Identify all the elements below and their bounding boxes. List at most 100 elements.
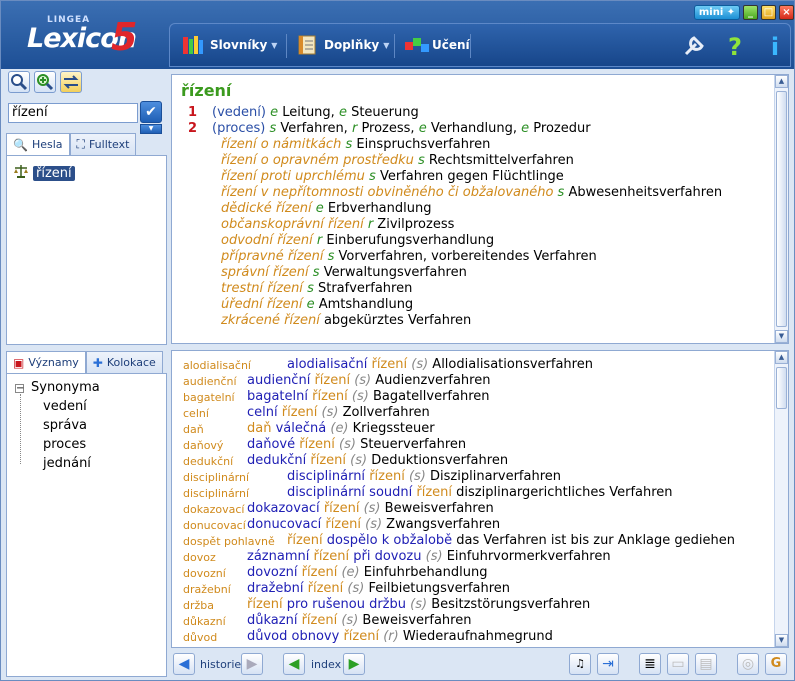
search-input[interactable]: řízení [8, 103, 138, 123]
phrase-line[interactable]: zkrácené řízení abgekürztes Verfahren [221, 313, 471, 328]
table-row[interactable]: dražební dražební řízení (s) Feilbietungs… [172, 581, 772, 597]
tab-kolokace[interactable]: ✚ Kolokace [85, 351, 163, 373]
tree-item[interactable]: správa [43, 418, 87, 433]
google-search-icon[interactable]: G [765, 653, 787, 675]
phrase-line[interactable]: řízení v nepřítomnosti obviněného či obž… [221, 185, 722, 200]
tree-root-synonyma[interactable]: Synonyma [31, 380, 100, 395]
phrase-line[interactable]: úřední řízení e Amtshandlung [221, 297, 413, 312]
magnifier-icon [11, 74, 28, 91]
collocation-head: řízení [307, 581, 344, 596]
translation[interactable]: Verfahren, [280, 121, 352, 136]
phrase-line[interactable]: trestní řízení s Strafverfahren [221, 281, 412, 296]
table-row[interactable]: dovozní dovozní řízení (e) Einfuhrbehandl… [172, 565, 772, 581]
scroll-down-icon[interactable]: ▼ [775, 330, 788, 343]
phrase-line[interactable]: občanskoprávní řízení r Zivilprozess [221, 217, 454, 232]
list-item[interactable]: řízení [13, 164, 75, 182]
table-row[interactable]: dokazovací dokazovací řízení (s) Beweisve… [172, 501, 772, 517]
save-icon[interactable]: ▤ [695, 653, 717, 675]
translation[interactable]: Verhandlung, [431, 121, 521, 136]
phrase-line[interactable]: řízení proti uprchlému s Verfahren gegen… [221, 169, 564, 184]
phrase-line[interactable]: přípravné řízení s Vorverfahren, vorbere… [221, 249, 597, 264]
collocation-content: celní řízení (s) Zollverfahren [247, 405, 430, 420]
collocation-head: řízení [313, 549, 350, 564]
tab-vyznamy[interactable]: ▣ Významy [6, 351, 86, 373]
mini-mode-button[interactable]: mini ✦ [694, 5, 740, 20]
maximize-button[interactable]: □ [761, 5, 776, 20]
settings-wrench-icon[interactable] [680, 32, 710, 62]
translation[interactable]: Leitung, [282, 105, 339, 120]
table-row[interactable]: celní celní řízení (s) Zollverfahren [172, 405, 772, 421]
search-tool-button[interactable] [8, 71, 30, 93]
index-back-button[interactable]: ◀ [283, 653, 305, 675]
menu-doplnky[interactable]: Doplňky ▼ [296, 30, 389, 60]
table-row[interactable]: dospět pohlavně řízení dospělo k obžalobě… [172, 533, 772, 549]
collocation-gender: (s) [347, 389, 369, 404]
history-forward-button[interactable]: ▶ [241, 653, 263, 675]
scroll-thumb[interactable] [776, 367, 787, 409]
phrase-german: Vorverfahren, vorbereitendes Verfahren [338, 249, 597, 264]
table-row[interactable]: disciplinární disciplinární soudní řízení… [172, 485, 772, 501]
scales-icon [13, 164, 29, 182]
collocation-head: řízení [301, 565, 338, 580]
table-row[interactable]: dovoz záznamní řízení při dovozu (s) Einf… [172, 549, 772, 565]
collocation-content: alodialisační řízení (s) Allodialisation… [287, 357, 593, 372]
scroll-up-icon[interactable]: ▲ [775, 351, 788, 364]
phrase-line[interactable]: odvodní řízení r Einberufungsverhandlung [221, 233, 494, 248]
collocation-gender: (s) [343, 581, 365, 596]
list-scrollbar[interactable]: ▲ ▼ [774, 351, 788, 647]
translation[interactable]: Steuerung [351, 105, 419, 120]
pronounce-icon[interactable]: ♫ [569, 653, 591, 675]
table-row[interactable]: důvod důvod obnovy řízení (r) Wiederaufna… [172, 629, 772, 645]
phrase-line[interactable]: správní řízení s Verwaltungsverfahren [221, 265, 467, 280]
table-row[interactable]: daňový daňové řízení (s) Steuerverfahren [172, 437, 772, 453]
menu-uceni[interactable]: Učení [404, 30, 470, 60]
phrase-german: Strafverfahren [317, 281, 413, 296]
scroll-down-icon[interactable]: ▼ [775, 634, 788, 647]
tree-item[interactable]: jednání [43, 456, 91, 471]
table-row[interactable]: dedukční dedukční řízení (s) Deduktionsve… [172, 453, 772, 469]
menu-slovniky-label: Slovníky [210, 38, 268, 52]
tree-item[interactable]: vedení [43, 399, 87, 414]
copy-to-search-icon[interactable]: ⇥ [597, 653, 619, 675]
swap-direction-button[interactable] [60, 71, 82, 93]
translation[interactable]: Prozedur [533, 121, 590, 136]
collocation-german: Einfuhrvormerkverfahren [442, 549, 611, 564]
collocation-key: důvod [183, 631, 218, 644]
phrase-line[interactable]: řízení o opravném prostředku s Rechtsmit… [221, 153, 574, 168]
translation[interactable]: Prozess, [361, 121, 418, 136]
lock-icon[interactable]: ◎ [737, 653, 759, 675]
close-button[interactable]: × [779, 5, 794, 20]
scroll-up-icon[interactable]: ▲ [775, 75, 788, 88]
entry-scrollbar[interactable]: ▲ ▼ [774, 75, 788, 343]
zoom-in-button[interactable] [34, 71, 56, 93]
collapse-toggle-icon[interactable]: − [15, 384, 24, 394]
index-forward-button[interactable]: ▶ [343, 653, 365, 675]
notes-icon[interactable]: ≣ [639, 653, 661, 675]
phrase-line[interactable]: řízení o námitkách s Einspruchsverfahren [221, 137, 490, 152]
list-item-label: řízení [33, 165, 75, 181]
info-icon[interactable]: i [760, 32, 790, 62]
search-history-dropdown[interactable]: ▼ [140, 124, 162, 134]
table-row[interactable]: důkazní důkazní řízení (s) Beweisverfahre… [172, 613, 772, 629]
help-question-icon[interactable]: ? [720, 32, 750, 62]
scroll-thumb[interactable] [776, 91, 787, 327]
table-row[interactable]: audienční audienční řízení (s) Audienzver… [172, 373, 772, 389]
tab-fulltext[interactable]: ⛶ Fulltext [69, 133, 137, 155]
table-row[interactable]: alodialisační alodialisační řízení (s) Al… [172, 357, 772, 373]
search-confirm-button[interactable]: ✔ [140, 101, 162, 123]
phrase-line[interactable]: dědické řízení e Erbverhandlung [221, 201, 432, 216]
tab-hesla[interactable]: 🔍 Hesla [6, 133, 70, 155]
print-icon[interactable]: ▭ [667, 653, 689, 675]
tree-item[interactable]: proces [43, 437, 86, 452]
minimize-button[interactable]: _ [743, 5, 758, 20]
table-row[interactable]: daň daň válečná (e) Kriegssteuer [172, 421, 772, 437]
table-row[interactable]: bagatelní bagatelní řízení (s) Bagatellve… [172, 389, 772, 405]
sense-number: 1 [188, 105, 198, 120]
table-row[interactable]: disciplinární disciplinární řízení (s) Di… [172, 469, 772, 485]
collocation-pre: dovozní [247, 565, 302, 580]
collocation-key: alodialisační [183, 359, 251, 372]
history-back-button[interactable]: ◀ [173, 653, 195, 675]
menu-slovniky[interactable]: Slovníky ▼ [182, 30, 277, 60]
table-row[interactable]: držba řízení pro rušenou držbu (s) Besitz… [172, 597, 772, 613]
table-row[interactable]: donucovací donucovací řízení (s) Zwangsve… [172, 517, 772, 533]
